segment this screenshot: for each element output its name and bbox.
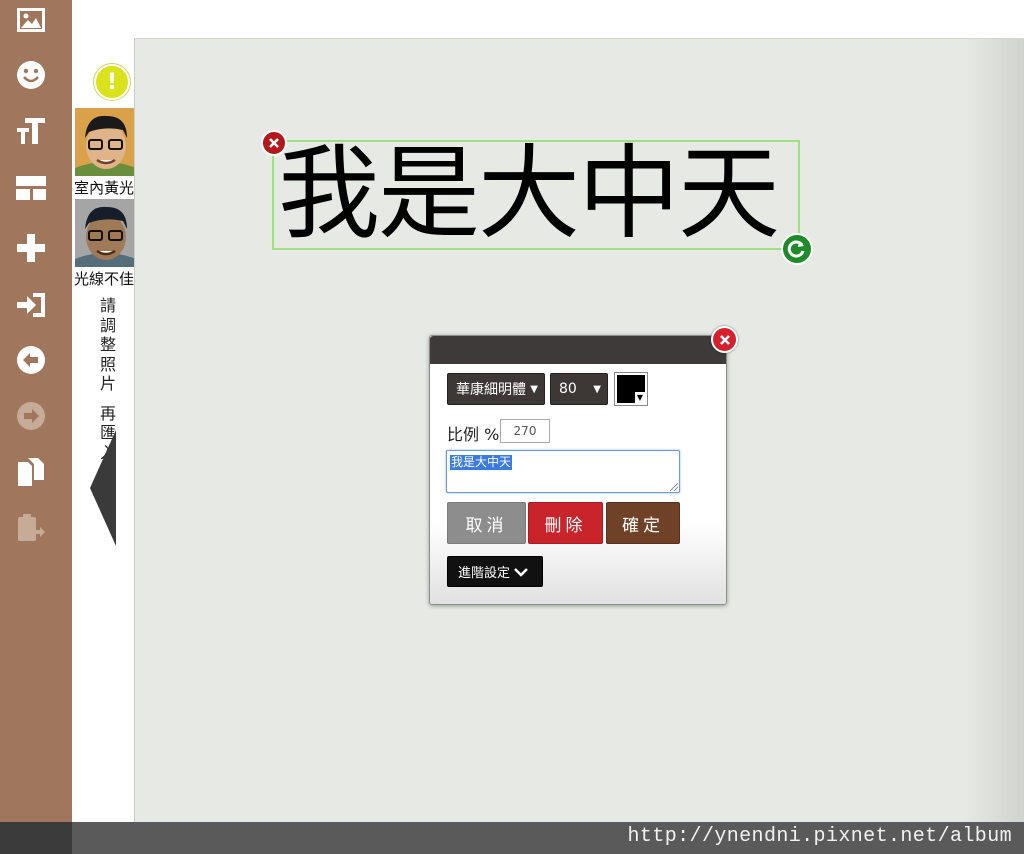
confirm-button[interactable]: 確定	[606, 502, 680, 544]
photo-thumbnail-2[interactable]	[75, 199, 136, 267]
footer-toolbar-strip	[0, 822, 72, 854]
paste-icon	[18, 514, 45, 541]
collapse-panel-arrow-icon[interactable]	[90, 430, 118, 546]
object-rotate-handle[interactable]	[781, 233, 813, 265]
photo-caption-2: 光線不佳	[74, 270, 135, 288]
caret-down-icon: ▼	[593, 384, 601, 395]
import-tool-button[interactable]	[0, 285, 62, 325]
redo-tool-button[interactable]	[0, 396, 62, 436]
photo-caption-1: 室內黃光	[74, 179, 135, 197]
advanced-settings-button[interactable]: 進階設定	[447, 556, 543, 587]
copy-icon	[18, 458, 44, 486]
add-tool-button[interactable]	[0, 228, 62, 268]
chevron-down-icon	[514, 567, 528, 577]
close-icon	[719, 334, 730, 345]
image-icon	[17, 8, 45, 32]
paste-tool-button[interactable]	[0, 508, 62, 548]
advanced-settings-label: 進階設定	[458, 566, 511, 581]
text-object[interactable]: 我是大中天	[272, 135, 800, 254]
text-tool-button[interactable]	[0, 111, 62, 151]
smiley-icon	[17, 61, 45, 89]
cancel-button[interactable]: 取消	[447, 502, 526, 544]
caret-down-icon: ▼	[635, 392, 645, 403]
canvas-shadow	[964, 39, 1024, 822]
copy-tool-button[interactable]	[0, 452, 62, 492]
left-toolbar	[0, 0, 72, 854]
dialog-titlebar[interactable]	[430, 336, 726, 364]
plus-icon	[17, 234, 45, 262]
layout-tool-button[interactable]	[0, 168, 62, 208]
font-size-select[interactable]: 80 ▼	[550, 373, 608, 405]
image-tool-button[interactable]	[0, 0, 62, 40]
undo-tool-button[interactable]	[0, 340, 62, 380]
import-icon	[17, 293, 45, 317]
delete-button[interactable]: 刪除	[528, 502, 603, 544]
font-select-value: 華康細明體	[456, 382, 526, 398]
avatar	[75, 108, 136, 176]
text-content-value: 我是大中天	[450, 455, 513, 470]
resize-grip-icon[interactable]	[670, 483, 678, 491]
object-delete-button[interactable]	[261, 130, 287, 156]
forward-arrow-icon	[17, 402, 45, 430]
caret-down-icon: ▼	[530, 384, 538, 395]
ratio-input[interactable]: 270	[500, 419, 550, 443]
dialog-close-button[interactable]	[711, 326, 738, 353]
sticker-tool-button[interactable]	[0, 55, 62, 95]
text-content-input[interactable]: 我是大中天	[446, 450, 680, 493]
color-picker[interactable]: ▼	[614, 372, 648, 406]
font-select[interactable]: 華康細明體 ▼	[447, 373, 545, 405]
ratio-label: 比例 %	[447, 425, 500, 444]
text-object-content: 我是大中天	[278, 135, 780, 254]
layout-icon	[16, 176, 46, 200]
font-size-value: 80	[559, 381, 577, 397]
watermark-url: http://ynendni.pixnet.net/album	[627, 825, 1012, 848]
text-icon	[17, 118, 45, 144]
back-arrow-icon	[17, 346, 45, 374]
close-icon	[269, 138, 279, 148]
avatar	[75, 199, 136, 267]
footer-bar: http://ynendni.pixnet.net/album	[0, 822, 1024, 854]
photo-thumbnail-1[interactable]	[75, 108, 136, 176]
warning-icon[interactable]: !	[94, 64, 130, 100]
rotate-icon	[787, 240, 805, 258]
